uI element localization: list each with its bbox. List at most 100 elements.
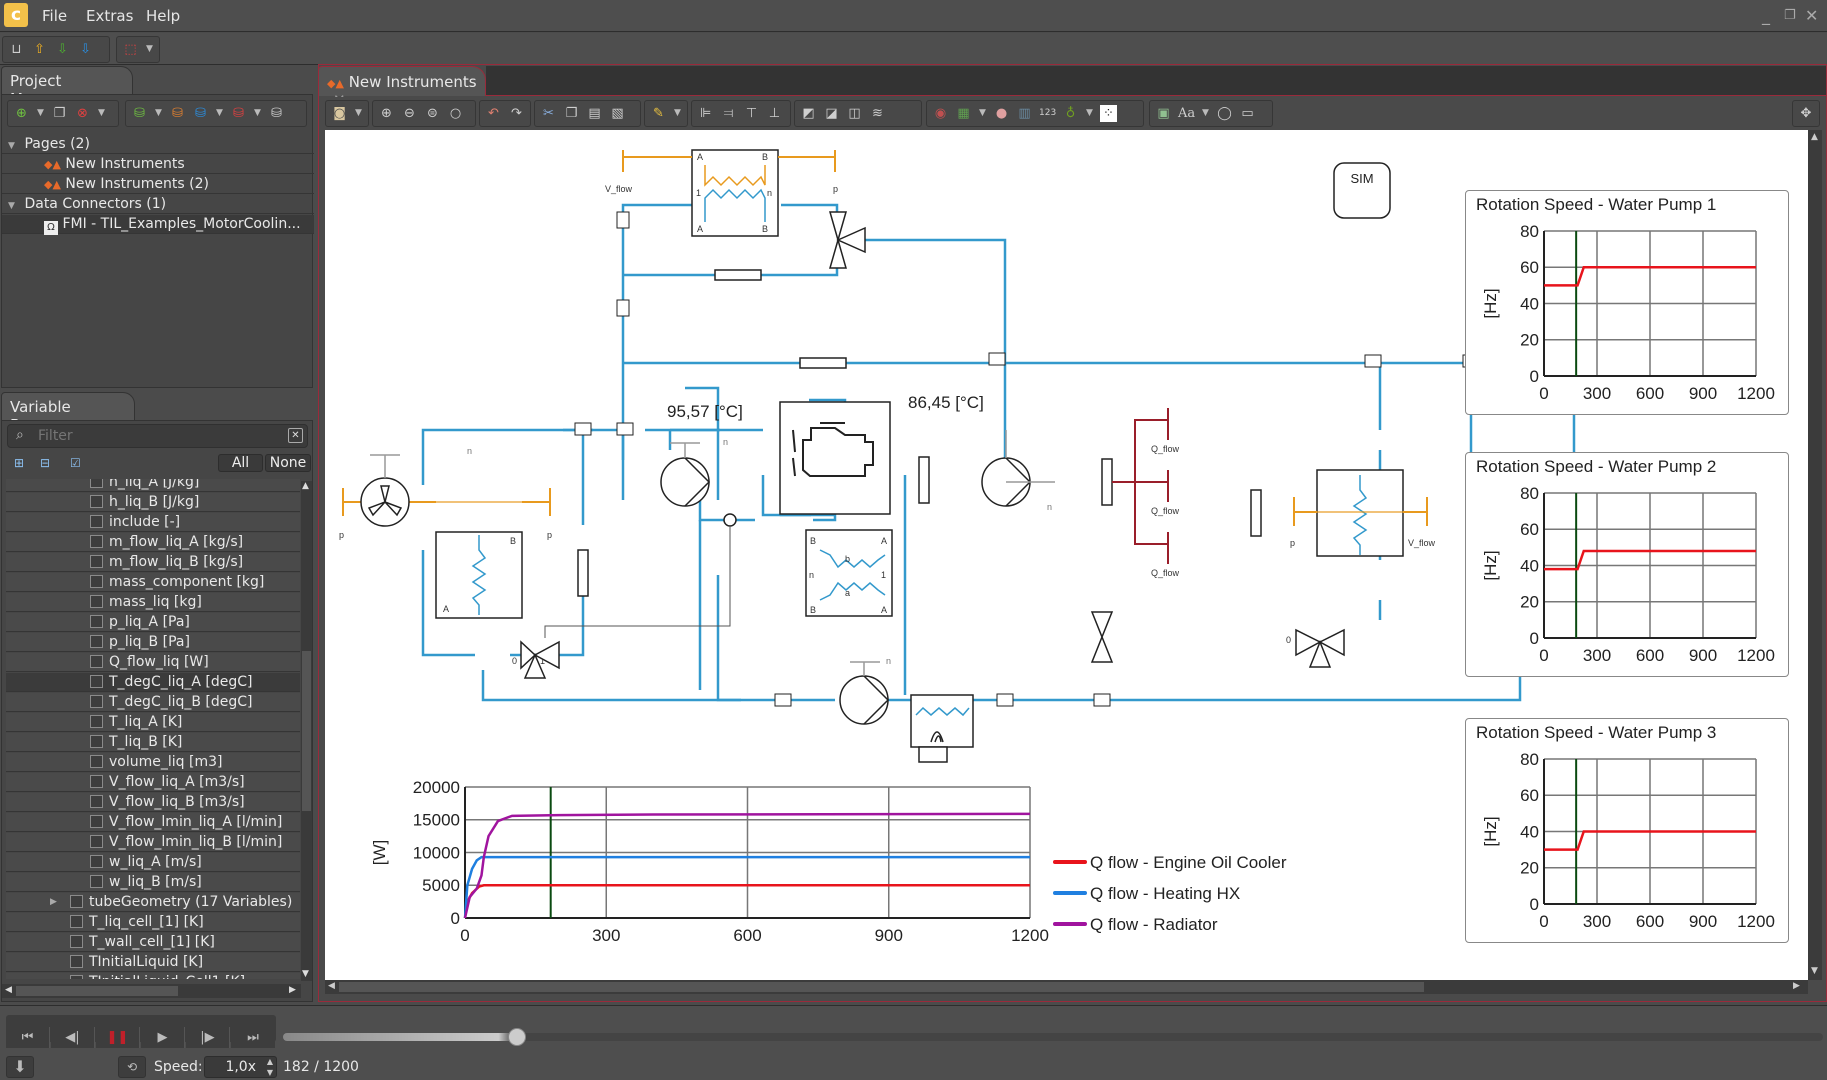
- variable-item[interactable]: p_liq_B [Pa]: [6, 633, 300, 652]
- paste-icon[interactable]: ▤: [586, 105, 603, 122]
- align-bottom-icon[interactable]: ⊥: [766, 105, 783, 122]
- copy-icon[interactable]: ❐: [563, 105, 580, 122]
- marker-button[interactable]: ⬇: [6, 1056, 34, 1078]
- scroll-right-icon[interactable]: ▶: [1793, 981, 1800, 991]
- play-icon[interactable]: ▶: [141, 1027, 185, 1048]
- scroll-up-icon[interactable]: ▲: [1811, 132, 1818, 142]
- text-icon[interactable]: Aa: [1178, 105, 1195, 122]
- paste-special-icon[interactable]: ▧: [609, 105, 626, 122]
- variable-item[interactable]: m_flow_liq_A [kg/s]: [6, 533, 300, 552]
- variable-checkbox[interactable]: [90, 595, 103, 608]
- variable-list-hscroll[interactable]: ◀ ▶: [2, 984, 301, 998]
- variable-item[interactable]: T_wall_cell_[1] [K]: [6, 933, 300, 952]
- variable-checkbox[interactable]: [90, 735, 103, 748]
- variable-checkbox[interactable]: [90, 575, 103, 588]
- hscroll-thumb[interactable]: [339, 982, 1424, 992]
- canvas-vscroll[interactable]: ▲ ▼: [1808, 130, 1822, 980]
- chevron-down-icon[interactable]: ▼: [253, 105, 262, 122]
- skip-to-end-icon[interactable]: ⏭: [231, 1027, 275, 1048]
- pump-2-chart[interactable]: 0 300 600 900 1200 0 20 40 60 80 [Hz] Rotation Spee…: [1465, 452, 1789, 677]
- expand-triangle-icon[interactable]: ▼: [8, 137, 20, 156]
- chevron-down-icon[interactable]: ▼: [354, 105, 363, 122]
- close-icon[interactable]: ✕: [1805, 6, 1818, 25]
- bring-front-icon[interactable]: ◩: [800, 105, 817, 122]
- rectangle-icon[interactable]: ▭: [1239, 105, 1256, 122]
- format-painter-icon[interactable]: ✎: [650, 105, 667, 122]
- cut-icon[interactable]: ✂: [540, 105, 557, 122]
- add-connector-icon[interactable]: ⛁: [131, 105, 148, 122]
- variable-checkbox[interactable]: [90, 635, 103, 648]
- edit-connector-icon[interactable]: ⛁: [169, 105, 186, 122]
- variable-checkbox[interactable]: [90, 535, 103, 548]
- layers-icon[interactable]: ≋: [869, 105, 886, 122]
- timeline-slider[interactable]: [283, 1016, 1823, 1046]
- align-top-icon[interactable]: ⊤: [743, 105, 760, 122]
- undo-icon[interactable]: ↶: [485, 105, 502, 122]
- redo-icon[interactable]: ↷: [508, 105, 525, 122]
- variable-checkbox[interactable]: [70, 935, 83, 948]
- variable-checkbox[interactable]: [90, 875, 103, 888]
- chevron-down-icon[interactable]: ▼: [978, 105, 987, 122]
- variable-checkbox[interactable]: [90, 615, 103, 628]
- variable-checkbox[interactable]: [90, 855, 103, 868]
- filter-input[interactable]: [38, 427, 278, 445]
- scroll-right-icon[interactable]: ▶: [289, 985, 296, 995]
- variable-item[interactable]: Q_flow_liq [W]: [6, 653, 300, 672]
- variable-item[interactable]: volume_liq [m3]: [6, 753, 300, 772]
- variable-item[interactable]: TInitialLiquid [K]: [6, 953, 300, 972]
- pump-1-chart[interactable]: 0 300 600 900 1200 0 20 40 60 80 [Hz] Rotation Spee…: [1465, 190, 1789, 415]
- scroll-left-icon[interactable]: ◀: [5, 985, 12, 995]
- variable-item[interactable]: V_flow_lmin_liq_A [l/min]: [6, 813, 300, 832]
- bar-chart-icon[interactable]: ▥: [1016, 105, 1033, 122]
- variable-item[interactable]: p_liq_A [Pa]: [6, 613, 300, 632]
- align-right-icon[interactable]: ⫤: [720, 105, 737, 122]
- variable-item[interactable]: w_liq_B [m/s]: [6, 873, 300, 892]
- check-selected-icon[interactable]: ☑: [70, 456, 81, 470]
- variable-item[interactable]: w_liq_A [m/s]: [6, 853, 300, 872]
- variable-checkbox[interactable]: [90, 479, 103, 488]
- instrument-canvas[interactable]: SIM Q_flow Q_flow Q_flow V_flow p p p p …: [325, 130, 1808, 980]
- variable-item[interactable]: T_degC_liq_A [degC]: [6, 673, 300, 692]
- new-project-icon[interactable]: ⊔: [8, 41, 25, 58]
- send-back-icon[interactable]: ◪: [823, 105, 840, 122]
- variable-checkbox[interactable]: [90, 775, 103, 788]
- variable-item[interactable]: V_flow_liq_B [m3/s]: [6, 793, 300, 812]
- chevron-down-icon[interactable]: ▼: [215, 105, 224, 122]
- valves[interactable]: [520, 211, 1345, 679]
- import-icon[interactable]: ⇩: [54, 41, 71, 58]
- expand-triangle-icon[interactable]: ▶: [50, 893, 57, 911]
- menu-extras[interactable]: Extras: [86, 7, 133, 25]
- variable-item[interactable]: ▶ tubeGeometry (17 Variables): [6, 893, 300, 912]
- pipe-segment-heat[interactable]: [1101, 458, 1113, 506]
- variable-item[interactable]: T_liq_A [K]: [6, 713, 300, 732]
- burner-base[interactable]: [918, 746, 948, 763]
- scroll-left-icon[interactable]: ◀: [328, 981, 335, 991]
- tree-item-page[interactable]: ◆▲ New Instruments (2): [2, 175, 314, 194]
- collapse-all-icon[interactable]: ⊟: [40, 456, 50, 470]
- line-chart-icon[interactable]: ▦: [955, 105, 972, 122]
- variable-checkbox[interactable]: [70, 895, 83, 908]
- variable-checkbox[interactable]: [90, 835, 103, 848]
- variable-item[interactable]: m_flow_liq_B [kg/s]: [6, 553, 300, 572]
- refresh-connector-icon[interactable]: ⛁: [192, 105, 209, 122]
- tab-new-instruments[interactable]: ◆▲ New Instruments ✕: [318, 66, 486, 109]
- chevron-down-icon[interactable]: ▼: [97, 105, 106, 122]
- delete-connector-icon[interactable]: ⛁: [230, 105, 247, 122]
- zoom-out-icon[interactable]: ⊖: [401, 105, 418, 122]
- expand-triangle-icon[interactable]: ▼: [8, 197, 20, 216]
- select-all-button[interactable]: All: [218, 454, 263, 472]
- variable-checkbox[interactable]: [70, 975, 83, 979]
- tree-item-page[interactable]: ◆▲ New Instruments: [2, 155, 314, 174]
- align-left-icon[interactable]: ⊫: [697, 105, 714, 122]
- spin-arrows-icon[interactable]: ▲ ▼: [267, 1056, 273, 1078]
- variable-checkbox[interactable]: [70, 955, 83, 968]
- step-forward-icon[interactable]: |▶: [186, 1027, 230, 1048]
- oil-cooler[interactable]: [805, 529, 893, 617]
- variable-item[interactable]: T_liq_B [K]: [6, 733, 300, 752]
- pan-icon[interactable]: ✥: [1798, 105, 1814, 122]
- zoom-in-icon[interactable]: ⊕: [378, 105, 395, 122]
- chevron-down-icon[interactable]: ▼: [673, 105, 682, 122]
- variable-checkbox[interactable]: [90, 495, 103, 508]
- zoom-fit-icon[interactable]: ⊜: [424, 105, 441, 122]
- step-back-icon[interactable]: ◀|: [51, 1027, 95, 1048]
